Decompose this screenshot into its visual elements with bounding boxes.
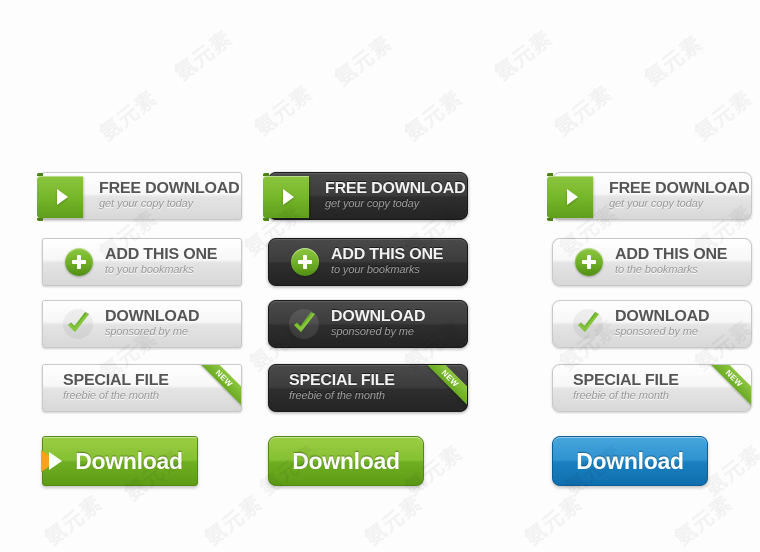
button-title: DOWNLOAD [105, 308, 200, 326]
chevron-right-icon [283, 189, 294, 205]
column-light-rounded-special-file-button[interactable]: SPECIAL FILE freebie of the month NEW [552, 364, 752, 412]
button-title: ADD THIS ONE [331, 246, 444, 264]
button-label-group: FREE DOWNLOAD get your copy today [325, 181, 466, 210]
button-subtitle: sponsored by me [615, 326, 698, 339]
button-title: SPECIAL FILE [573, 372, 679, 390]
button-subtitle: to your bookmarks [105, 264, 194, 277]
new-ribbon-badge: NEW [414, 365, 467, 411]
plus-circle-icon [575, 248, 603, 276]
column-light-rounded-free-download-button[interactable]: FREE DOWNLOAD get your copy today [547, 172, 752, 221]
column-light-sharp-special-file-button[interactable]: SPECIAL FILE freebie of the month NEW [42, 364, 242, 412]
button-title: FREE DOWNLOAD [99, 180, 240, 198]
new-ribbon-badge: NEW [698, 365, 751, 411]
button-label-group: ADD THIS ONE to your bookmarks [331, 247, 443, 276]
chevron-right-icon [57, 189, 68, 205]
button-label-group: ADD THIS ONE to your bookmarks [105, 247, 217, 276]
button-kit-sheet: FREE DOWNLOAD get your copy today ADD THIS… [0, 0, 760, 532]
arrow-tab-icon [37, 173, 83, 221]
big-button-label: Download [576, 447, 684, 474]
button-label-group: DOWNLOAD sponsored by me [105, 308, 200, 339]
button-title: FREE DOWNLOAD [325, 180, 466, 198]
column-dark-rounded-download-button[interactable]: DOWNLOAD sponsored by me [268, 300, 468, 348]
button-label-group: ADD THIS ONE to the bookmarks [615, 247, 727, 276]
column-dark-rounded-special-file-button[interactable]: SPECIAL FILE freebie of the month NEW [268, 364, 468, 412]
column-light-sharp-download-big-button[interactable]: Download [41, 436, 198, 486]
button-subtitle: get your copy today [99, 198, 194, 211]
button-subtitle: get your copy today [325, 198, 420, 211]
column-light-rounded-add-this-one-button[interactable]: ADD THIS ONE to the bookmarks [552, 238, 752, 286]
button-subtitle: freebie of the month [63, 390, 159, 403]
big-button-label: Download [292, 447, 400, 474]
button-subtitle: sponsored by me [331, 326, 414, 339]
column-light-rounded-download-big-button[interactable]: Download [552, 436, 708, 486]
column-light-sharp-download-button[interactable]: DOWNLOAD sponsored by me [42, 300, 242, 348]
button-label-group: FREE DOWNLOAD get your copy today [609, 181, 750, 210]
column-light-sharp-free-download-button[interactable]: FREE DOWNLOAD get your copy today [37, 172, 242, 221]
button-subtitle: to your bookmarks [331, 264, 420, 277]
big-button-label: Download [75, 447, 183, 474]
arrow-tab-icon [547, 173, 593, 221]
new-ribbon-badge: NEW [188, 365, 241, 411]
button-subtitle: freebie of the month [573, 390, 669, 403]
column-light-sharp-add-this-one-button[interactable]: ADD THIS ONE to your bookmarks [42, 238, 242, 286]
chevron-right-icon [567, 189, 578, 205]
column-dark-rounded-free-download-button[interactable]: FREE DOWNLOAD get your copy today [263, 172, 468, 221]
button-label-group: DOWNLOAD sponsored by me [331, 308, 426, 339]
column-light-rounded-download-button[interactable]: DOWNLOAD sponsored by me [552, 300, 752, 348]
button-label-group: SPECIAL FILE freebie of the month [63, 373, 169, 402]
check-icon [571, 307, 605, 341]
button-subtitle: get your copy today [609, 198, 704, 211]
button-title: SPECIAL FILE [63, 372, 169, 390]
button-label-group: DOWNLOAD sponsored by me [615, 308, 710, 339]
button-title: ADD THIS ONE [615, 246, 728, 264]
button-subtitle: to the bookmarks [615, 264, 698, 277]
button-subtitle: freebie of the month [289, 390, 385, 403]
arrow-tab-icon [263, 173, 309, 221]
button-label-group: FREE DOWNLOAD get your copy today [99, 181, 240, 210]
column-dark-rounded-download-big-button[interactable]: Download [268, 436, 424, 486]
chevron-right-icon [49, 452, 62, 470]
check-icon [61, 307, 95, 341]
check-icon [287, 307, 321, 341]
plus-circle-icon [65, 248, 93, 276]
button-title: DOWNLOAD [331, 308, 426, 326]
button-label-group: SPECIAL FILE freebie of the month [289, 373, 395, 402]
column-dark-rounded-add-this-one-button[interactable]: ADD THIS ONE to your bookmarks [268, 238, 468, 286]
button-title: FREE DOWNLOAD [609, 180, 750, 198]
plus-circle-icon [291, 248, 319, 276]
button-label-group: SPECIAL FILE freebie of the month [573, 373, 679, 402]
button-title: SPECIAL FILE [289, 372, 395, 390]
button-title: DOWNLOAD [615, 308, 710, 326]
button-subtitle: sponsored by me [105, 326, 188, 339]
button-title: ADD THIS ONE [105, 246, 218, 264]
